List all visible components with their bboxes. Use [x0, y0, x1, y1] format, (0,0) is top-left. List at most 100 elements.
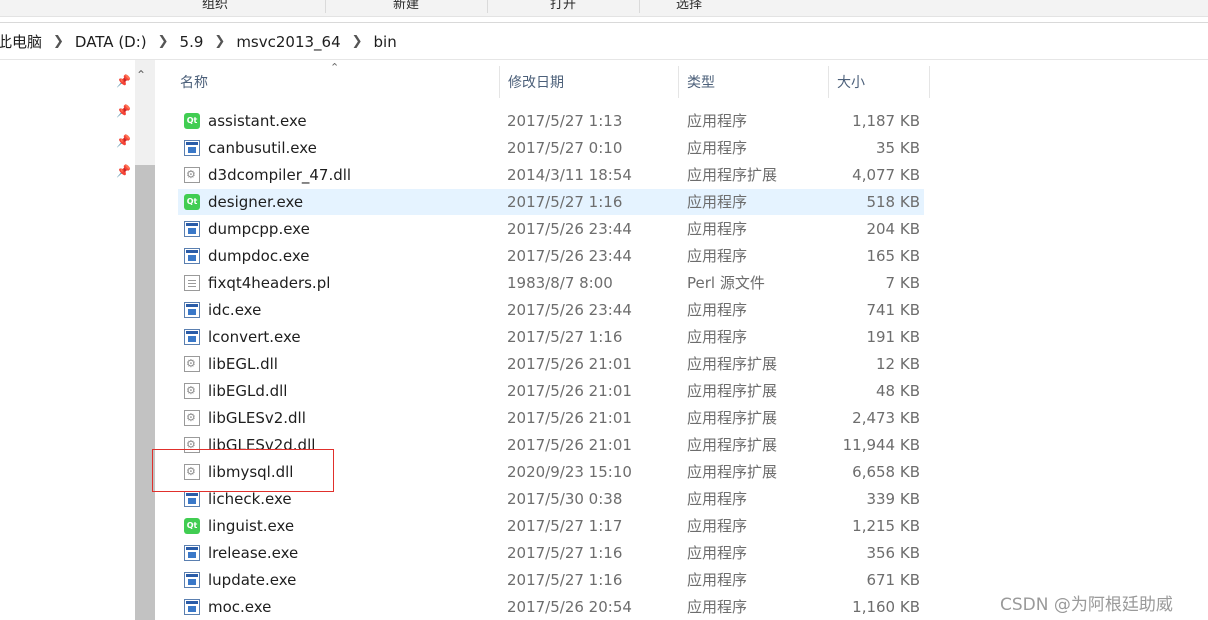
chevron-right-icon[interactable]: ❯	[45, 34, 72, 49]
file-type: 应用程序	[687, 193, 748, 211]
highlight-annotation-box	[152, 449, 334, 492]
file-name: assistant.exe	[208, 112, 307, 130]
breadcrumb-drive[interactable]: DATA (D:)	[72, 33, 150, 51]
file-date: 2017/5/26 23:44	[507, 247, 632, 265]
exe-icon	[184, 572, 200, 588]
file-type: 应用程序	[687, 220, 748, 238]
exe-icon	[184, 545, 200, 561]
file-name: lconvert.exe	[208, 328, 301, 346]
file-type: 应用程序	[687, 490, 748, 508]
breadcrumb-folder-msvc[interactable]: msvc2013_64	[233, 33, 343, 51]
dll-icon	[184, 167, 200, 183]
file-name: moc.exe	[208, 598, 272, 616]
column-divider[interactable]	[929, 66, 930, 98]
file-date: 2014/3/11 18:54	[507, 166, 632, 184]
ribbon-label: 新建	[392, 0, 419, 12]
file-size: 339 KB	[866, 490, 920, 508]
dll-icon	[184, 383, 200, 399]
text-file-icon	[184, 275, 200, 291]
file-date: 2017/5/30 0:38	[507, 490, 623, 508]
file-name: designer.exe	[208, 193, 304, 211]
qt-app-icon: Qt	[184, 113, 200, 129]
column-header-date[interactable]: 修改日期	[500, 62, 678, 98]
file-name: lrelease.exe	[208, 544, 299, 562]
file-row[interactable]: idc.exe 2017/5/26 23:44 应用程序 741 KB	[178, 297, 924, 323]
column-header-label: 类型	[687, 75, 715, 91]
file-name: dumpcpp.exe	[208, 220, 310, 238]
ribbon-group-open[interactable]: 打开	[487, 0, 640, 13]
breadcrumb: 此电脑 ❯ DATA (D:) ❯ 5.9 ❯ msvc2013_64 ❯ bi…	[0, 31, 400, 52]
pin-icon[interactable]: 📌	[116, 134, 131, 148]
pin-icon[interactable]: 📌	[116, 104, 131, 118]
file-type: 应用程序	[687, 139, 748, 157]
file-type: 应用程序扩展	[687, 409, 778, 427]
file-date: 2017/5/27 1:16	[507, 571, 623, 589]
ribbon-group-new[interactable]: 新建	[325, 0, 488, 13]
file-size: 1,187 KB	[852, 112, 920, 130]
file-row[interactable]: libEGLd.dll 2017/5/26 21:01 应用程序扩展 48 KB	[178, 378, 924, 404]
file-type: 应用程序	[687, 328, 748, 346]
file-date: 2017/5/26 21:01	[507, 409, 632, 427]
file-size: 35 KB	[876, 139, 920, 157]
breadcrumb-this-pc[interactable]: 此电脑	[0, 31, 45, 52]
pin-icon[interactable]: 📌	[116, 74, 131, 88]
file-date: 2017/5/26 20:54	[507, 598, 632, 616]
chevron-right-icon[interactable]: ❯	[150, 34, 177, 49]
file-row[interactable]: lconvert.exe 2017/5/27 1:16 应用程序 191 KB	[178, 324, 924, 350]
scroll-up-arrow-icon[interactable]: ⌃	[136, 68, 146, 82]
exe-icon	[184, 329, 200, 345]
column-header-size[interactable]: 大小	[829, 62, 929, 98]
file-type: 应用程序	[687, 517, 748, 535]
file-size: 518 KB	[866, 193, 920, 211]
ribbon-bar: 组织 新建 打开 选择	[0, 0, 1208, 17]
navigation-pane: 📌 📌 📌 📌 ⌃	[0, 60, 160, 620]
nav-scrollbar-thumb[interactable]	[135, 165, 155, 620]
file-size: 1,215 KB	[852, 517, 920, 535]
column-header-label: 名称	[180, 75, 208, 91]
sort-ascending-icon: ⌃	[330, 61, 340, 74]
file-date: 2017/5/27 1:16	[507, 193, 623, 211]
file-type: 应用程序	[687, 247, 748, 265]
file-name: libEGL.dll	[208, 355, 278, 373]
ribbon-group-select[interactable]: 选择	[639, 0, 739, 13]
column-header-type[interactable]: 类型	[679, 62, 829, 98]
file-size: 6,658 KB	[852, 463, 920, 481]
breadcrumb-folder-bin[interactable]: bin	[371, 33, 400, 51]
file-name: lupdate.exe	[208, 571, 297, 589]
file-size: 48 KB	[876, 382, 920, 400]
file-row[interactable]: libGLESv2.dll 2017/5/26 21:01 应用程序扩展 2,473 …	[178, 405, 924, 431]
file-size: 204 KB	[866, 220, 920, 238]
file-date: 2017/5/27 1:17	[507, 517, 623, 535]
chevron-right-icon[interactable]: ❯	[206, 34, 233, 49]
ribbon-label: 组织	[201, 0, 228, 12]
file-row[interactable]: libEGL.dll 2017/5/26 21:01 应用程序扩展 12 KB	[178, 351, 924, 377]
dll-icon	[184, 356, 200, 372]
file-date: 2017/5/27 1:13	[507, 112, 623, 130]
file-size: 1,160 KB	[852, 598, 920, 616]
chevron-right-icon[interactable]: ❯	[344, 34, 371, 49]
file-row[interactable]: Qt linguist.exe 2017/5/27 1:17 应用程序 1,215 KB	[178, 513, 924, 539]
pin-icon[interactable]: 📌	[116, 164, 131, 178]
file-name: fixqt4headers.pl	[208, 274, 331, 292]
file-row[interactable]: canbusutil.exe 2017/5/27 0:10 应用程序 35 KB	[178, 135, 924, 161]
file-row[interactable]: Qt assistant.exe 2017/5/27 1:13 应用程序 1,187 K…	[178, 108, 924, 134]
ribbon-group-organize[interactable]: 组织	[105, 0, 326, 13]
breadcrumb-folder-version[interactable]: 5.9	[177, 33, 207, 51]
file-row[interactable]: moc.exe 2017/5/26 20:54 应用程序 1,160 KB	[178, 594, 924, 620]
file-row[interactable]: fixqt4headers.pl 1983/8/7 8:00 Perl 源文件 7 K…	[178, 270, 924, 296]
file-row[interactable]: Qt designer.exe 2017/5/27 1:16 应用程序 518 KB	[178, 189, 924, 215]
file-row[interactable]: dumpdoc.exe 2017/5/26 23:44 应用程序 165 KB	[178, 243, 924, 269]
exe-icon	[184, 140, 200, 156]
exe-icon	[184, 491, 200, 507]
file-size: 7 KB	[885, 274, 920, 292]
file-row[interactable]: lrelease.exe 2017/5/27 1:16 应用程序 356 KB	[178, 540, 924, 566]
file-row[interactable]: dumpcpp.exe 2017/5/26 23:44 应用程序 204 KB	[178, 216, 924, 242]
file-size: 356 KB	[866, 544, 920, 562]
file-date: 1983/8/7 8:00	[507, 274, 613, 292]
file-row[interactable]: lupdate.exe 2017/5/27 1:16 应用程序 671 KB	[178, 567, 924, 593]
address-bar[interactable]: 此电脑 ❯ DATA (D:) ❯ 5.9 ❯ msvc2013_64 ❯ bi…	[0, 22, 1208, 60]
file-date: 2017/5/26 21:01	[507, 436, 632, 454]
file-type: 应用程序	[687, 544, 748, 562]
file-row[interactable]: d3dcompiler_47.dll 2014/3/11 18:54 应用程序扩展 4…	[178, 162, 924, 188]
file-size: 671 KB	[866, 571, 920, 589]
